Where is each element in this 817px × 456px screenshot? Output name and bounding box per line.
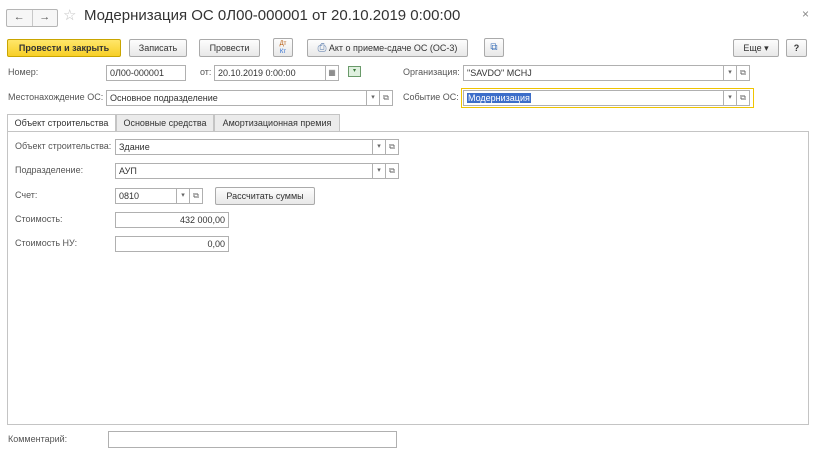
object-field[interactable]: Здание [115,139,373,155]
object-dropdown-icon[interactable]: ▾ [373,139,386,155]
calendar-icon[interactable]: ▦ [326,65,339,81]
post-button[interactable]: Провести [199,39,260,57]
close-icon[interactable]: × [802,7,809,21]
number-label: Номер: [8,67,39,77]
org-label: Организация: [403,67,460,77]
event-field[interactable]: Модернизация [463,90,724,106]
number-field[interactable]: 0Л00-000001 [106,65,186,81]
date-edit-icon[interactable]: ▾ [348,66,361,77]
forward-icon[interactable]: → [31,10,58,26]
account-label: Счет: [15,190,38,200]
comment-label: Комментарий: [8,434,68,444]
print-act-label: Акт о приеме-сдаче ОС (ОС-3) [328,43,458,53]
save-button[interactable]: Записать [129,39,187,57]
cost-field[interactable]: 432 000,00 [115,212,229,228]
calculate-sums-button[interactable]: Рассчитать суммы [215,187,315,205]
tab-construction-object[interactable]: Объект строительства [7,114,116,132]
dt-kt-button[interactable]: Дт Кт [273,38,293,57]
nav-buttons: ← → [6,9,58,27]
object-label: Объект строительства: [15,141,112,151]
kt-label: Кт [279,49,287,55]
account-open-icon[interactable]: ⧉ [190,188,203,204]
object-open-icon[interactable]: ⧉ [386,139,399,155]
location-label: Местонахождение ОС: [8,92,104,102]
help-button[interactable]: ? [786,39,807,57]
event-dropdown-icon[interactable]: ▾ [724,90,737,106]
comment-field[interactable] [108,431,397,448]
division-dropdown-icon[interactable]: ▾ [373,163,386,179]
printer-icon: ⎙ [317,42,327,54]
dt-label: Дт [279,41,287,47]
event-label: Событие ОС: [403,92,459,102]
division-field[interactable]: АУП [115,163,373,179]
cost-nu-field[interactable]: 0,00 [115,236,229,252]
division-label: Подразделение: [15,165,84,175]
tab-depreciation-bonus[interactable]: Амортизационная премия [214,114,340,131]
org-open-icon[interactable]: ⧉ [737,65,750,81]
page-title: Модернизация ОС 0Л00-000001 от 20.10.201… [84,7,461,24]
org-dropdown-icon[interactable]: ▾ [724,65,737,81]
more-button[interactable]: Еще ▾ [733,39,779,57]
structure-glyph: ⧉ [490,42,498,53]
print-act-button[interactable]: ⎙ Акт о приеме-сдаче ОС (ОС-3) [307,39,468,57]
post-and-close-button[interactable]: Провести и закрыть [7,39,121,57]
location-dropdown-icon[interactable]: ▾ [367,90,380,106]
division-open-icon[interactable]: ⧉ [386,163,399,179]
location-open-icon[interactable]: ⧉ [380,90,393,106]
structure-icon[interactable]: ⧉ [484,38,504,57]
account-field[interactable]: 0810 [115,188,177,204]
date-field[interactable]: 20.10.2019 0:00:00 [214,65,326,81]
location-field[interactable]: Основное подразделение [106,90,367,106]
event-selected-text: Модернизация [467,93,531,103]
account-dropdown-icon[interactable]: ▾ [177,188,190,204]
back-icon[interactable]: ← [7,10,32,26]
cost-nu-label: Стоимость НУ: [15,238,78,248]
cost-label: Стоимость: [15,214,63,224]
date-label: от: [200,67,212,77]
org-field[interactable]: "SAVDO" MCHJ [463,65,724,81]
favorite-star-icon[interactable]: ☆ [63,6,76,24]
tab-fixed-assets[interactable]: Основные средства [116,114,214,131]
event-open-icon[interactable]: ⧉ [737,90,750,106]
